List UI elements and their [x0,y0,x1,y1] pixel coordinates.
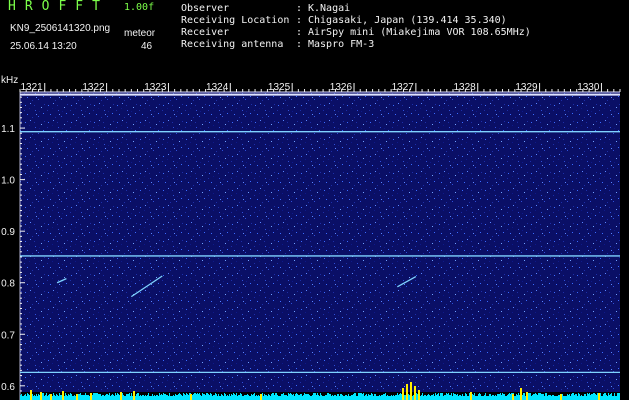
spectrogram-chart: 1321 1322 1323 1324 1325 1326 1327 1328 1329 1330… [1,75,621,400]
x-axis: 1321 1322 1323 1324 1325 1326 1327 1328 1329 1330 [19,82,621,93]
y-tick-label: 0.6 [1,382,15,393]
x-tick-label: 1322 [82,82,105,93]
y-tick-label: 1.1 [1,124,15,135]
x-tick-label: 1325 [268,82,291,93]
x-tick-label: 1323 [144,82,167,93]
x-tick-label: 1327 [392,82,415,93]
x-tick-label: 1321 [20,82,43,93]
y-tick-label: 0.9 [1,227,15,238]
y-axis-label: kHz [1,75,18,86]
y-tick-label: 0.7 [1,330,15,341]
y-tick-label: 0.8 [1,279,15,290]
x-tick-label: 1330 [577,82,600,93]
spectrogram-area [20,92,620,392]
x-tick-label: 1329 [515,82,538,93]
x-tick-label: 1328 [453,82,476,93]
x-tick-label: 1326 [330,82,353,93]
y-tick-label: 1.0 [1,176,15,187]
x-tick-label: 1324 [206,82,229,93]
hrofft-window: HROFFT 1.00f KN9_2506141320.png meteor 2… [0,0,629,400]
